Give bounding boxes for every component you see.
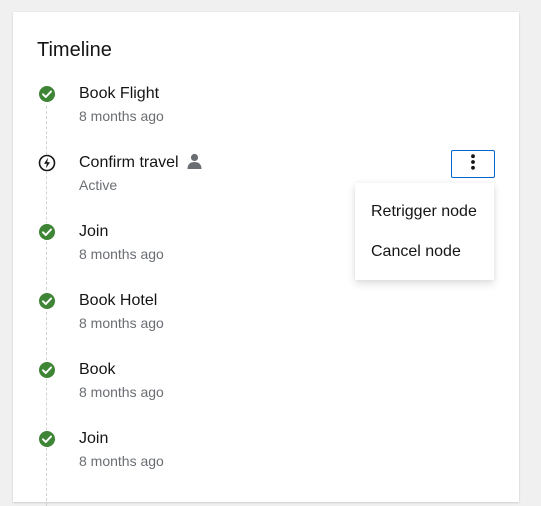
node-name: Confirm travel xyxy=(79,154,179,171)
bolt-circle-icon xyxy=(38,154,56,172)
node-time: 8 months ago xyxy=(79,315,164,331)
check-circle-icon xyxy=(38,430,56,448)
node-actions-menu: Retrigger node Cancel node xyxy=(355,183,494,280)
card-title: Timeline xyxy=(37,39,112,61)
timeline-item: Join 8 months ago xyxy=(13,429,519,479)
check-circle-icon xyxy=(38,223,56,241)
node-name: Join xyxy=(79,223,109,240)
kebab-vertical-icon xyxy=(470,153,476,175)
node-name: Book Flight xyxy=(79,85,160,102)
node-name: Book xyxy=(79,361,116,378)
node-time: Active xyxy=(79,177,118,193)
node-name: Join xyxy=(79,430,109,447)
node-name-row: Confirm travel xyxy=(79,153,202,175)
cancel-node-menu-item[interactable]: Cancel node xyxy=(371,242,461,262)
node-time: 8 months ago xyxy=(79,453,164,469)
check-circle-icon xyxy=(38,361,56,379)
check-circle-icon xyxy=(38,292,56,310)
node-time: 8 months ago xyxy=(79,384,164,400)
timeline-item: Book Hotel 8 months ago xyxy=(13,291,519,341)
node-actions-kebab-button[interactable] xyxy=(451,150,495,178)
node-time: 8 months ago xyxy=(79,108,164,124)
node-time: 8 months ago xyxy=(79,246,164,262)
user-icon xyxy=(187,153,202,175)
retrigger-node-menu-item[interactable]: Retrigger node xyxy=(371,202,477,222)
check-circle-icon xyxy=(38,85,56,103)
timeline-card: Timeline Book Flight 8 months ago Confir… xyxy=(13,12,519,506)
timeline-item: Book Flight 8 months ago xyxy=(13,84,519,134)
timeline-item: Book 8 months ago xyxy=(13,360,519,410)
node-name: Book Hotel xyxy=(79,292,158,309)
